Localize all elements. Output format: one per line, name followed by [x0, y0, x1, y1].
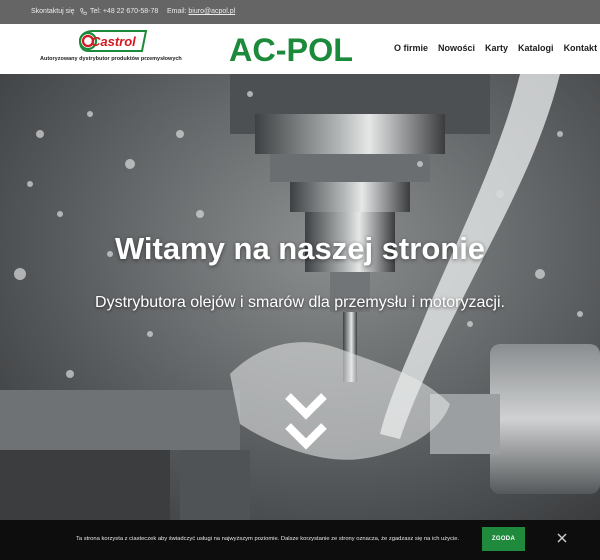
email-contact: Email: biuro@acpol.pl	[167, 8, 235, 15]
acpol-logo-text: AC-POL	[229, 32, 353, 66]
castrol-logo-text: Castrol	[91, 34, 136, 49]
site-header: Castrol Autoryzowany dystrybutor produkt…	[0, 24, 600, 74]
hero-title: Witamy na naszej stronie	[114, 231, 486, 266]
nav-item-nowosci[interactable]: Nowości	[438, 43, 475, 53]
hero-subtitle: Dystrybutora olejów i smarów dla przemys…	[95, 294, 505, 311]
nav-item-kontakt[interactable]: Kontakt	[564, 43, 598, 53]
email-link[interactable]: biuro@acpol.pl	[188, 8, 235, 15]
cookie-accept-button[interactable]: ZGODA	[482, 527, 525, 551]
acpol-logo[interactable]: AC-POL	[228, 32, 354, 66]
hero-section: Witamy na naszej stronie Dystrybutora ol…	[0, 74, 600, 560]
cookie-message: Ta strona korzysta z ciasteczek aby świa…	[76, 536, 460, 542]
castrol-logo[interactable]: Castrol	[76, 30, 148, 52]
close-icon[interactable]	[556, 532, 568, 544]
phone-number: Tel: +48 22 670-58-78	[90, 8, 159, 15]
phone-contact[interactable]: Tel: +48 22 670-58-78	[80, 8, 158, 15]
phone-icon	[80, 8, 87, 15]
castrol-tagline: Autoryzowany dystrybutor produktów przem…	[40, 56, 182, 62]
double-chevron-down-icon[interactable]	[283, 390, 329, 462]
nav-item-karty[interactable]: Karty	[485, 43, 508, 53]
nav-item-katalogi[interactable]: Katalogi	[518, 43, 554, 53]
main-nav: O firmie Nowości Karty Katalogi Kontakt	[394, 43, 597, 53]
contact-label: Skontaktuj się	[31, 8, 75, 15]
email-label: Email:	[167, 8, 187, 15]
hero-machining-photo	[0, 74, 600, 560]
nav-item-o-firmie[interactable]: O firmie	[394, 43, 428, 53]
top-contact-bar: Skontaktuj się Tel: +48 22 670-58-78 Ema…	[0, 0, 600, 24]
